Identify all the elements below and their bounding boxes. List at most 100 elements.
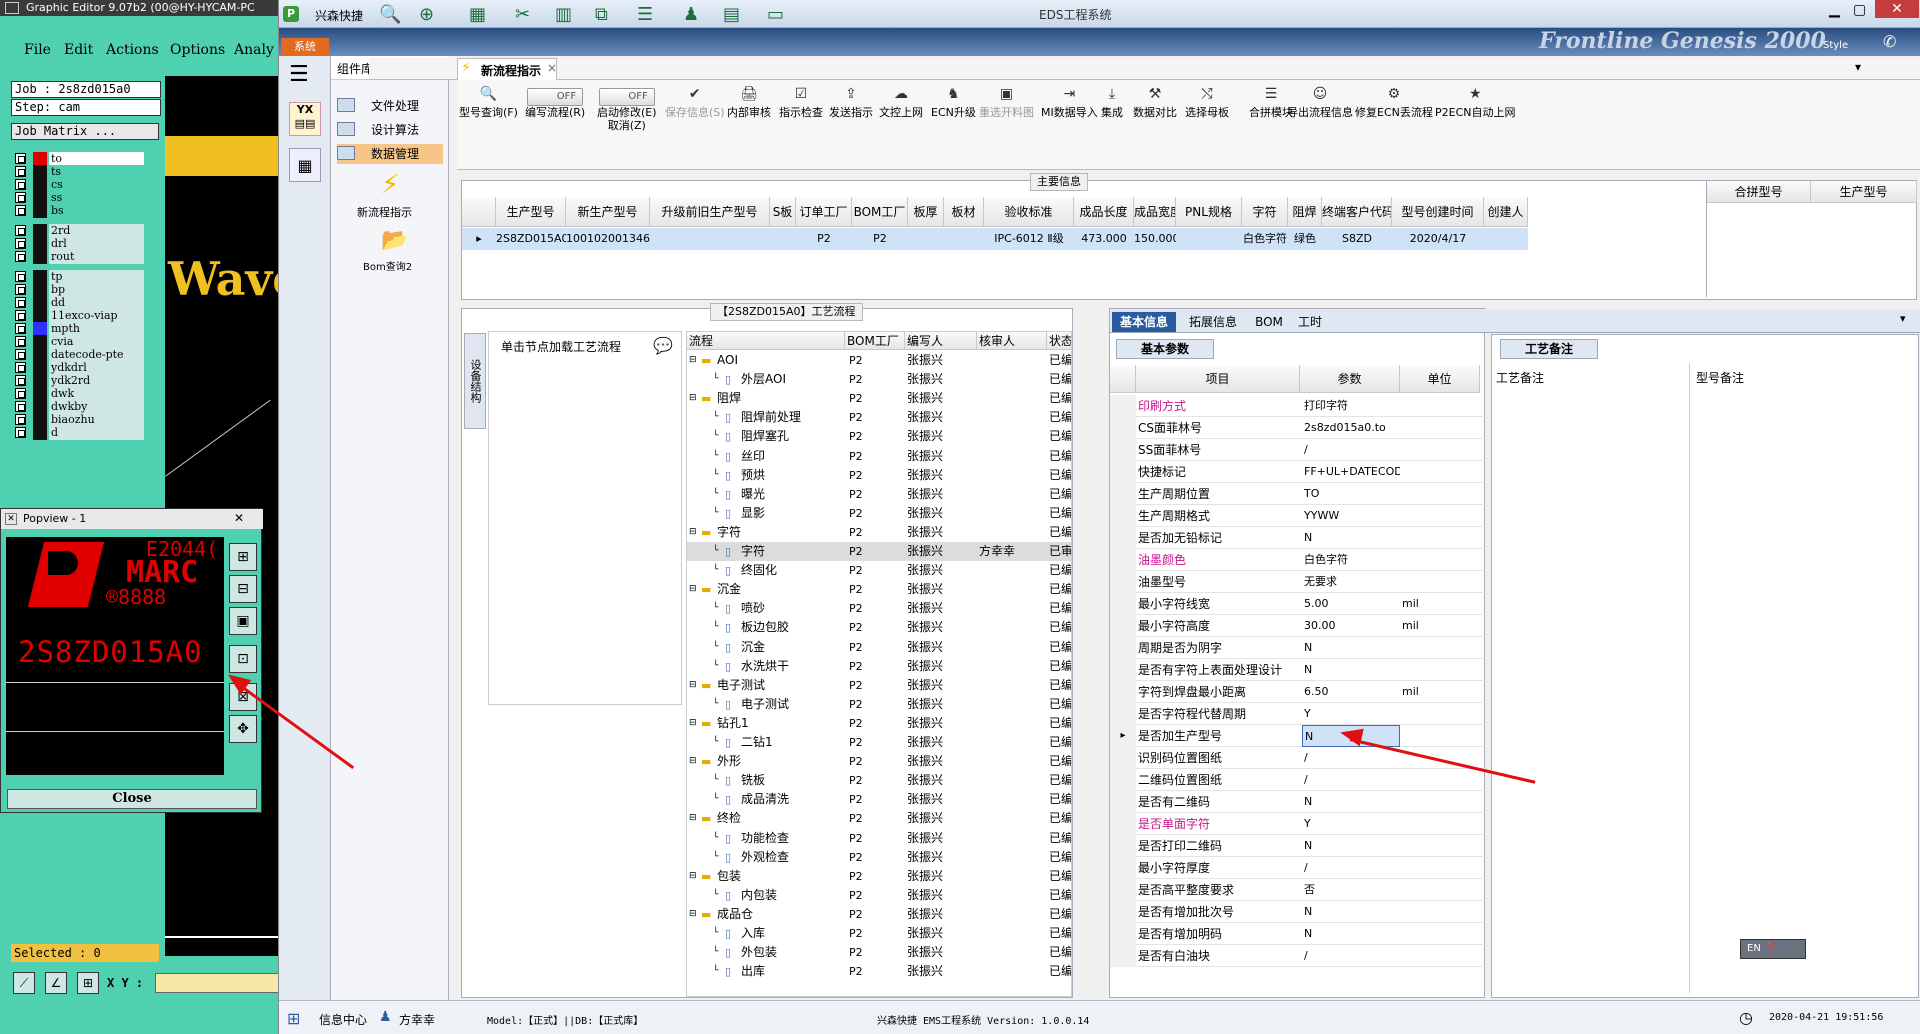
- tool-button[interactable]: ⇥ MI数据导入: [1041, 87, 1098, 119]
- tool-button[interactable]: ✔ 保存信息(S): [665, 87, 725, 119]
- param-row[interactable]: 印刷方式 打印字符: [1110, 395, 1486, 417]
- tool-button[interactable]: ⚙ 修复ECN丢流程: [1355, 87, 1433, 119]
- flow-header[interactable]: 核审人: [977, 332, 1047, 350]
- tool-button[interactable]: ★ P2ECN自动上网: [1435, 87, 1516, 119]
- param-row[interactable]: SS面菲林号 /: [1110, 439, 1486, 461]
- flow-tree[interactable]: 流程BOM工厂编写人核审人状态⊟▬AOIP2张振兴已编写└▯外层AOIP2张振兴…: [686, 331, 1072, 997]
- grid-header[interactable]: 阻焊: [1288, 197, 1322, 227]
- param-value[interactable]: N: [1302, 835, 1400, 857]
- param-row[interactable]: 是否打印二维码 N: [1110, 835, 1486, 857]
- param-value[interactable]: TO: [1302, 483, 1400, 505]
- flow-row[interactable]: └ ▯ 水洗烘干 P2 张振兴 已编写: [687, 657, 1071, 676]
- grid-header[interactable]: 成品宽度: [1134, 197, 1176, 227]
- flow-row[interactable]: └ ▯ 字符 P2 张振兴 方幸幸 已审核: [687, 542, 1071, 561]
- grid-cell[interactable]: 473.000: [1074, 228, 1134, 250]
- calculator-icon[interactable]: ▦: [289, 148, 321, 182]
- layer-checkbox[interactable]: [15, 205, 26, 216]
- globe-icon[interactable]: ⊕: [419, 4, 434, 25]
- layer-checkbox[interactable]: [15, 166, 26, 177]
- layer-checkbox[interactable]: [15, 323, 26, 334]
- expand-icon[interactable]: ⊟: [689, 351, 699, 370]
- grid-cell[interactable]: P2: [796, 228, 852, 250]
- grid-cell[interactable]: [770, 228, 796, 250]
- cut-icon[interactable]: ✂: [515, 4, 530, 25]
- flow-row[interactable]: └ ▯ 外层AOI P2 张振兴 已编写: [687, 370, 1071, 389]
- lightning-icon[interactable]: ⚡: [381, 170, 399, 200]
- param-row[interactable]: 油墨颜色 白色字符: [1110, 549, 1486, 571]
- layer-row[interactable]: datecode-pte: [15, 348, 144, 362]
- grid-header[interactable]: 生产型号: [1811, 181, 1917, 203]
- minimize-icon[interactable]: ▁: [1829, 2, 1840, 18]
- param-header[interactable]: 单位: [1400, 365, 1480, 393]
- param-row[interactable]: 最小字符线宽 5.00 mil: [1110, 593, 1486, 615]
- param-value[interactable]: 5.00: [1302, 593, 1400, 615]
- param-header[interactable]: 参数: [1300, 365, 1400, 393]
- flow-row[interactable]: └ ▯ 丝印 P2 张振兴 已编写: [687, 447, 1071, 466]
- menu-file[interactable]: File: [24, 42, 51, 58]
- param-value[interactable]: 无要求: [1302, 571, 1400, 593]
- layer-row[interactable]: drl: [15, 237, 144, 251]
- flow-row[interactable]: ⊟▬ 钻孔1 P2 张振兴 已编写: [687, 714, 1071, 733]
- layer-checkbox[interactable]: [15, 375, 26, 386]
- menu-icon[interactable]: ☰: [289, 62, 309, 87]
- flow-row[interactable]: ⊟▬ 阻焊 P2 张振兴 已编写: [687, 389, 1071, 408]
- zoom-window-icon[interactable]: ▣: [229, 607, 257, 635]
- param-row[interactable]: 是否有字符上表面处理设计 N: [1110, 659, 1486, 681]
- param-row[interactable]: CS面菲林号 2s8zd015a0.to: [1110, 417, 1486, 439]
- menu-options[interactable]: Options: [170, 42, 225, 58]
- expand-icon[interactable]: ⊟: [689, 714, 699, 733]
- flow-header[interactable]: BOM工厂: [845, 332, 905, 350]
- layer-checkbox[interactable]: [15, 349, 26, 360]
- param-value[interactable]: FF+UL+DATECODE: [1302, 461, 1400, 483]
- layer-checkbox[interactable]: [15, 192, 26, 203]
- layer-checkbox[interactable]: [15, 388, 26, 399]
- grid-header[interactable]: 创建人: [1484, 197, 1528, 227]
- layer-row[interactable]: bs: [15, 204, 144, 218]
- param-row[interactable]: 字符到焊盘最小距离 6.50 mil: [1110, 681, 1486, 703]
- param-row[interactable]: 最小字符高度 30.00 mil: [1110, 615, 1486, 637]
- param-value[interactable]: 6.50: [1302, 681, 1400, 703]
- expand-icon[interactable]: ⊟: [689, 389, 699, 408]
- layer-checkbox[interactable]: [15, 153, 26, 164]
- layer-row[interactable]: to: [15, 152, 144, 166]
- grid-cell[interactable]: [908, 228, 944, 250]
- param-row[interactable]: 是否加无铅标记 N: [1110, 527, 1486, 549]
- flow-row[interactable]: └ ▯ 喷砂 P2 张振兴 已编写: [687, 599, 1071, 618]
- flow-row[interactable]: ⊟▬ 字符 P2 张振兴 已编写: [687, 523, 1071, 542]
- expand-icon[interactable]: ⊟: [689, 867, 699, 886]
- layer-row[interactable]: cvia: [15, 335, 144, 349]
- layer-row[interactable]: dwk: [15, 387, 144, 401]
- param-value[interactable]: N: [1302, 637, 1400, 659]
- tool-button[interactable]: ⚒ 数据对比: [1133, 87, 1177, 119]
- grid-header[interactable]: 板材: [944, 197, 984, 227]
- grid-header[interactable]: S板: [770, 197, 796, 227]
- grid-cell[interactable]: [1176, 228, 1242, 250]
- flow-row[interactable]: └ ▯ 电子测试 P2 张振兴 已编写: [687, 695, 1071, 714]
- layer-checkbox[interactable]: [15, 310, 26, 321]
- param-value[interactable]: /: [1302, 769, 1400, 791]
- bom-query-item[interactable]: Bom查询2: [363, 258, 412, 273]
- folder-icon[interactable]: 📂: [381, 228, 408, 253]
- layer-checkbox[interactable]: [15, 238, 26, 249]
- layer-row[interactable]: dd: [15, 296, 144, 310]
- grid-header[interactable]: 板厚: [908, 197, 944, 227]
- param-value[interactable]: 白色字符: [1302, 549, 1400, 571]
- flow-header[interactable]: 状态: [1047, 332, 1071, 350]
- grid-cell[interactable]: [944, 228, 984, 250]
- grid-cell[interactable]: 2020/4/17: [1392, 228, 1484, 250]
- flow-row[interactable]: └ ▯ 沉金 P2 张振兴 已编写: [687, 638, 1071, 657]
- layer-row[interactable]: 2rd: [15, 224, 144, 238]
- toggle-switch[interactable]: OFF: [527, 88, 584, 106]
- grid-cell[interactable]: S8ZD: [1322, 228, 1392, 250]
- popview-close-icon[interactable]: ✕: [221, 509, 257, 528]
- system-tab[interactable]: 系统: [281, 38, 329, 56]
- zoom-out-icon[interactable]: ⊟: [229, 575, 257, 603]
- expand-icon[interactable]: ⊟: [689, 523, 699, 542]
- layer-checkbox[interactable]: [15, 225, 26, 236]
- xy-input[interactable]: [155, 973, 285, 993]
- param-value[interactable]: 打印字符: [1302, 395, 1400, 417]
- tool-button[interactable]: OFF 编写流程(R): [525, 88, 585, 119]
- expand-icon[interactable]: ⊟: [689, 905, 699, 924]
- info-center[interactable]: 信息中心: [319, 1011, 367, 1028]
- param-value[interactable]: Y: [1302, 703, 1400, 725]
